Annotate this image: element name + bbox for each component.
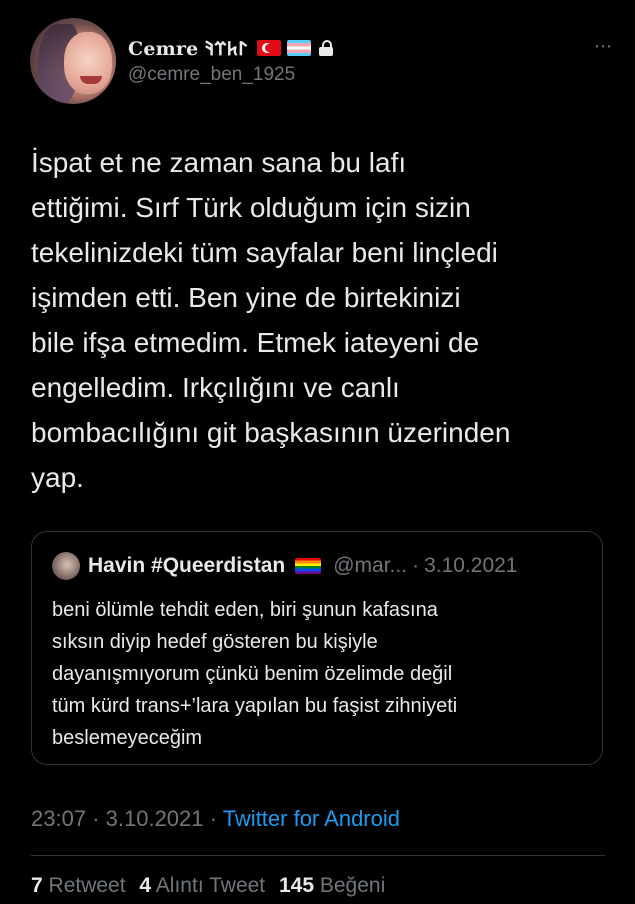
likes-stat[interactable]: 145 Beğeni [279, 874, 385, 897]
retweets-label: Retweet [48, 874, 126, 897]
author-handle[interactable]: @cemre_ben_1925 [128, 64, 295, 86]
author-name-row: Cemre 𐰃𐱅𐰼𐰚 [128, 35, 334, 61]
quoted-author-handle: @mar... [333, 554, 408, 577]
separator-dot: · [412, 554, 420, 577]
tweet-header: Cemre 𐰃𐱅𐰼𐰚 @cemre_ben_1925 ⋯ [30, 18, 615, 108]
trans-flag-icon [287, 40, 312, 56]
tweet-text: İspat et ne zaman sana bu lafı ettiğimi.… [31, 147, 511, 493]
tweet-date[interactable]: 3.10.2021 [106, 806, 204, 831]
quoted-tweet-date: 3.10.2021 [424, 554, 518, 577]
quoted-author-avatar [52, 552, 80, 580]
tweet-meta: 23:07 · 3.10.2021 · Twitter for Android [31, 806, 400, 832]
quote-tweets-count: 4 [139, 874, 152, 897]
tweet-source-link[interactable]: Twitter for Android [223, 806, 400, 831]
avatar-face [64, 32, 112, 94]
more-options-icon[interactable]: ⋯ [594, 36, 613, 57]
divider [31, 855, 605, 856]
retweets-stat[interactable]: 7 Retweet [31, 874, 126, 897]
quoted-tweet-text: beni ölümle tehdit eden, biri şunun kafa… [52, 599, 458, 749]
quote-tweets-stat[interactable]: 4 Alıntı Tweet [139, 874, 265, 897]
turkey-flag-icon [257, 40, 282, 56]
separator-dot: · [209, 806, 217, 831]
retweets-count: 7 [31, 874, 43, 897]
quoted-tweet[interactable]: Havin #Queerdistan @mar... · 3.10.2021 b… [31, 531, 603, 765]
tweet-time[interactable]: 23:07 [31, 806, 86, 831]
quoted-tweet-header: Havin #Queerdistan @mar... · 3.10.2021 [52, 552, 582, 580]
likes-count: 145 [278, 874, 315, 897]
author-display-name[interactable]: Cemre 𐰃𐱅𐰼𐰚 [128, 35, 247, 61]
quote-tweets-label: Alıntı Tweet [155, 874, 266, 897]
lock-icon [319, 40, 334, 56]
likes-label: Beğeni [319, 874, 386, 897]
author-avatar[interactable] [30, 18, 116, 104]
separator-dot: · [92, 806, 100, 831]
quoted-author-name: Havin #Queerdistan [88, 554, 286, 577]
rainbow-flag-icon [295, 558, 322, 574]
tweet-stats: 7 Retweet 4 Alıntı Tweet 145 Beğeni [31, 874, 393, 898]
